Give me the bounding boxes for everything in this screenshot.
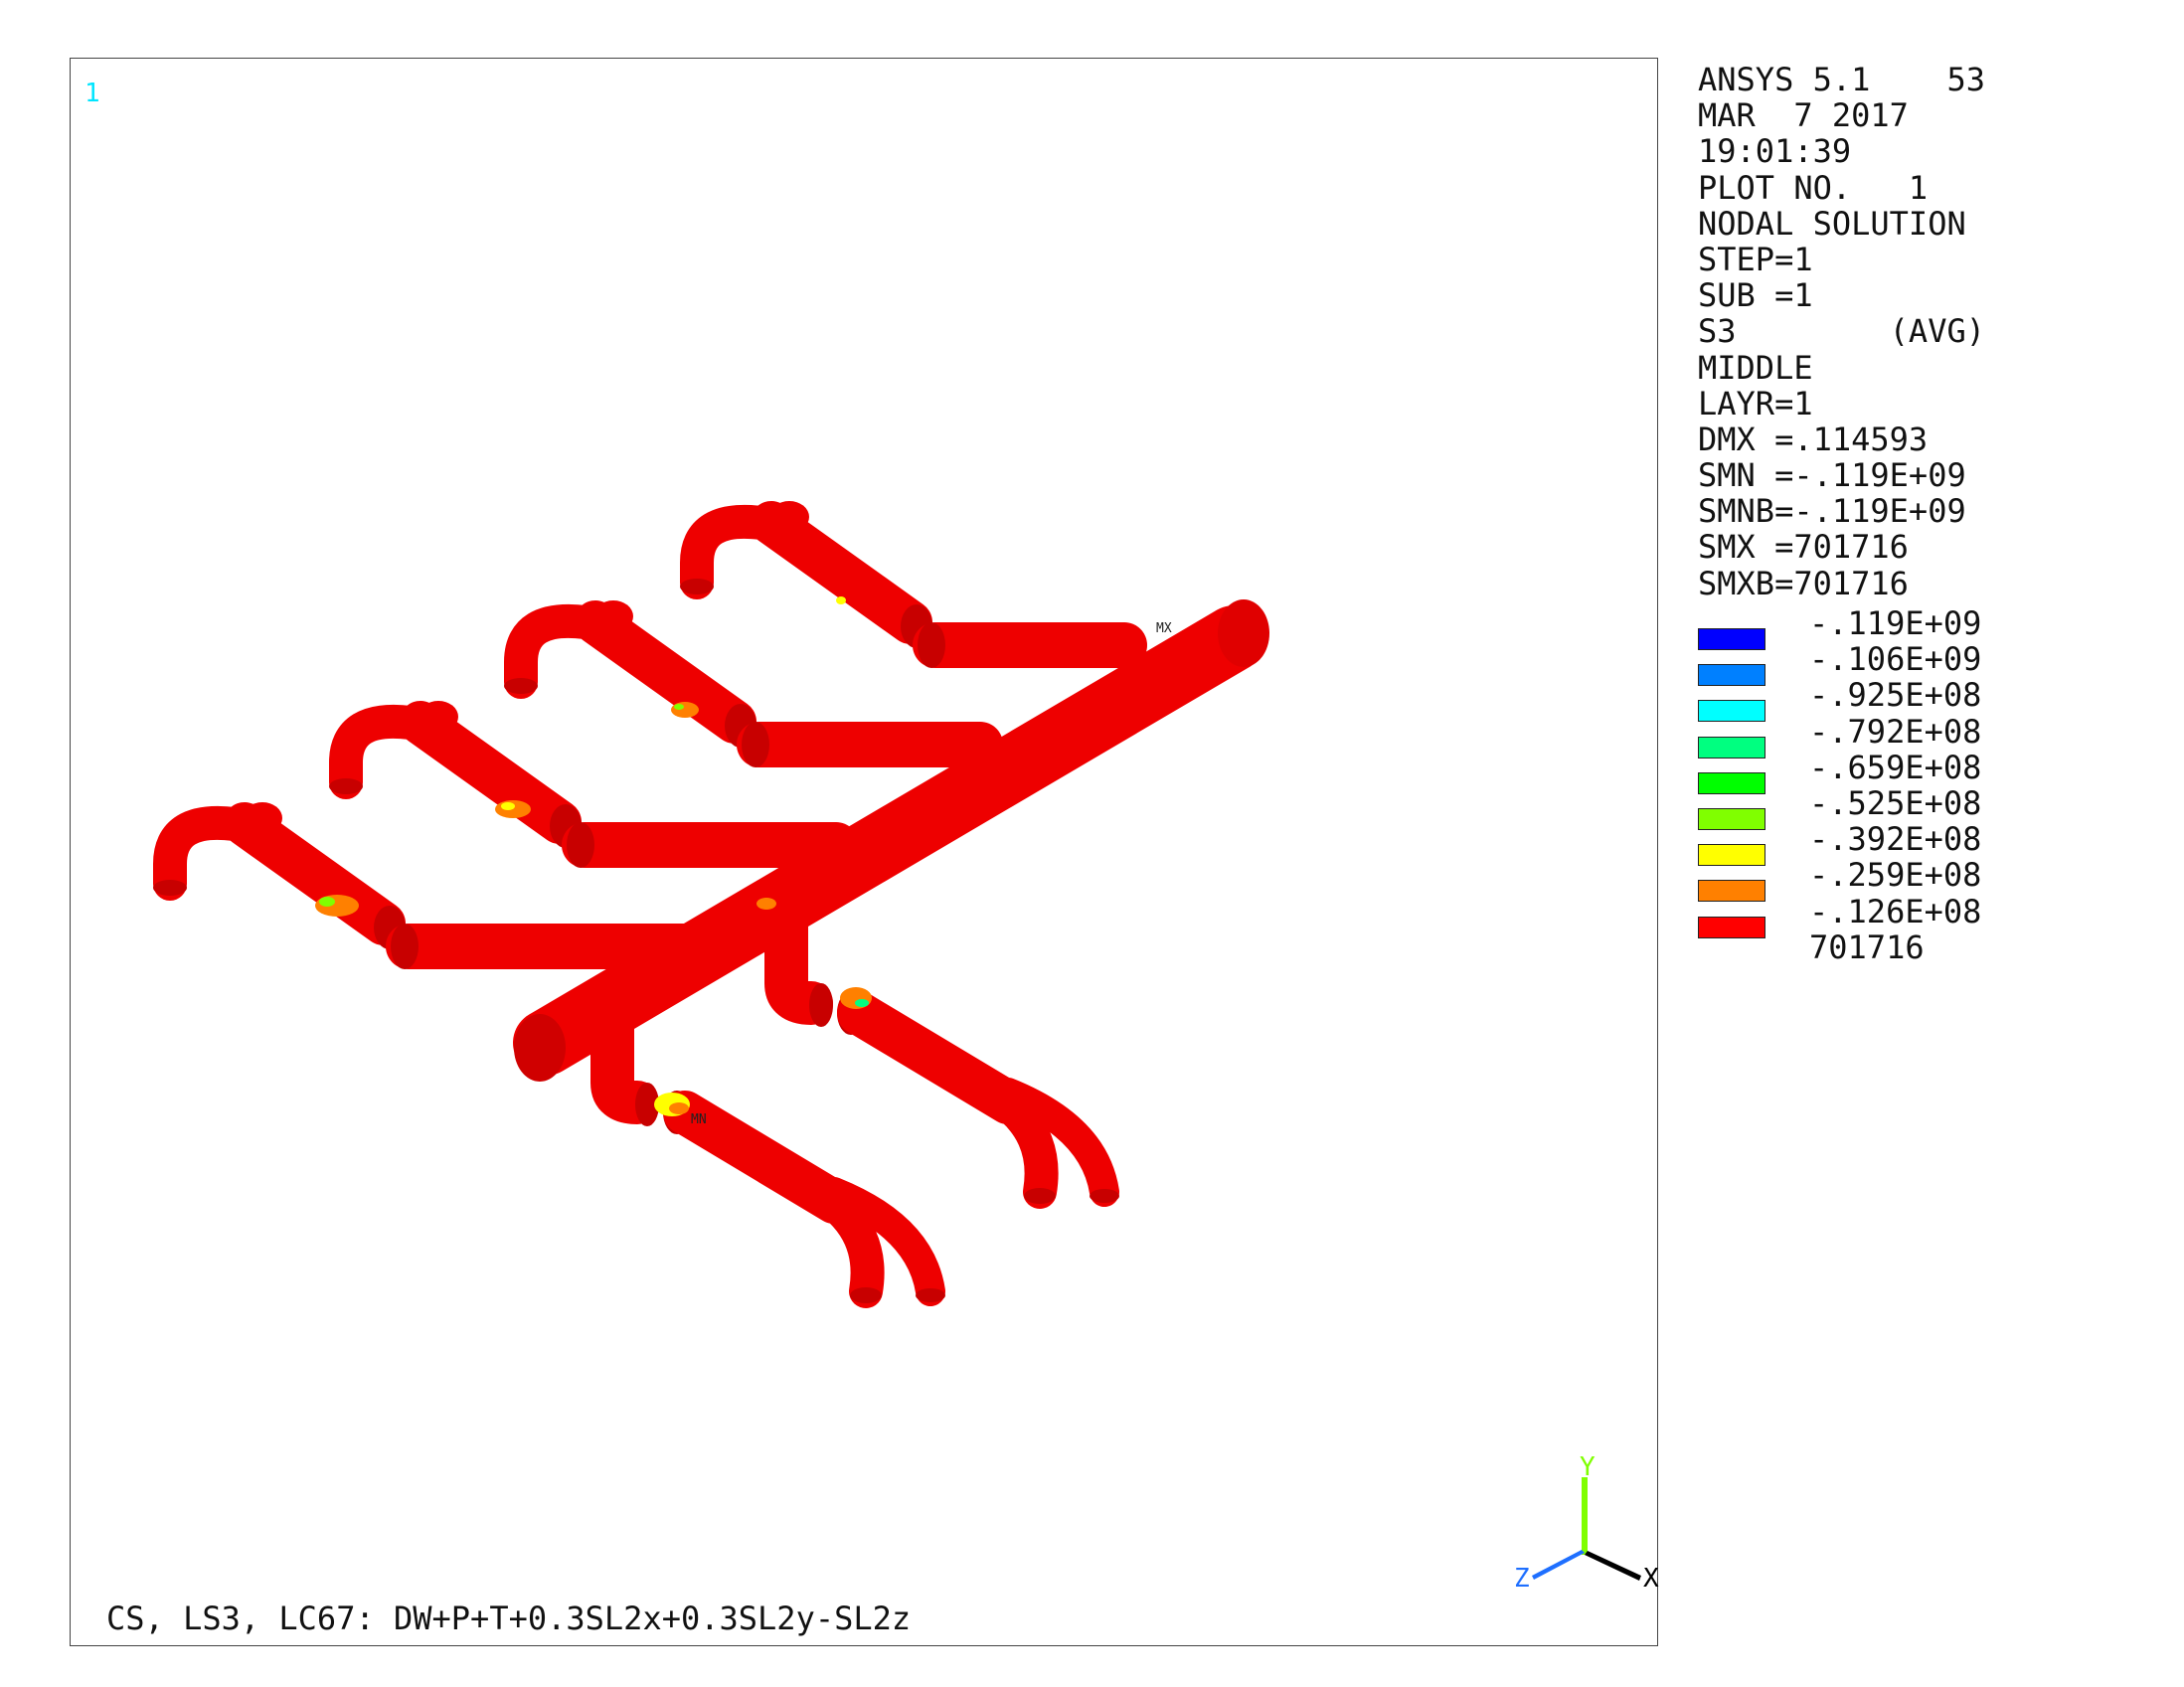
legend-label: -.106E+09 bbox=[1809, 640, 1982, 679]
legend-label: -.925E+08 bbox=[1809, 676, 1982, 715]
info-line: NODAL SOLUTION bbox=[1698, 204, 1966, 243]
info-line: LAYR=1 bbox=[1698, 384, 1813, 422]
info-line: ANSYS 5.1 53 bbox=[1698, 61, 1985, 98]
legend-swatch bbox=[1698, 664, 1765, 687]
pipe-open-end bbox=[504, 678, 538, 694]
z-axis-label: Z bbox=[1514, 1564, 1530, 1594]
pipe-model-3d-view[interactable] bbox=[71, 59, 1659, 1647]
y-axis-arrow bbox=[1582, 1477, 1588, 1555]
pipe-elbow bbox=[764, 902, 833, 1025]
pipe-open-end bbox=[391, 924, 419, 969]
stress-hotspot bbox=[836, 596, 846, 604]
plot-info-panel: ANSYS 5.1 53 MAR 7 2017 19:01:39 PLOT NO. 1… bbox=[1698, 62, 1985, 601]
pipe-segment bbox=[750, 501, 932, 644]
info-line: 19:01:39 bbox=[1698, 132, 1852, 171]
stress-hotspot bbox=[315, 895, 359, 917]
legend-label: 701716 bbox=[1809, 928, 1925, 966]
info-line: STEP=1 bbox=[1698, 240, 1813, 278]
legend-swatch bbox=[1698, 807, 1765, 830]
info-line: SUB =1 bbox=[1698, 276, 1813, 315]
pipe-open-end bbox=[850, 1287, 882, 1303]
stress-hotspot bbox=[501, 802, 515, 810]
legend-swatch bbox=[1698, 771, 1765, 794]
info-line: SMN =-.119E+09 bbox=[1698, 456, 1966, 495]
pipe-segment bbox=[574, 600, 756, 744]
legend-swatch bbox=[1698, 916, 1765, 938]
x-axis-arrow bbox=[1585, 1551, 1641, 1581]
header-end-cap bbox=[514, 1014, 566, 1082]
pipe-open-end bbox=[809, 983, 833, 1027]
pipe-open-end bbox=[329, 778, 363, 794]
info-line: PLOT NO. 1 bbox=[1698, 168, 1929, 207]
min-marker: MN bbox=[691, 1112, 707, 1127]
legend-swatch bbox=[1698, 880, 1765, 903]
info-line: S3 (AVG) bbox=[1698, 312, 1985, 351]
branch-pipes bbox=[153, 501, 1147, 969]
y-axis-label: Y bbox=[1580, 1455, 1596, 1482]
stress-hotspot bbox=[674, 704, 684, 710]
legend-label: -.792E+08 bbox=[1809, 712, 1982, 751]
stress-hotspot bbox=[495, 800, 531, 818]
stress-hotspot bbox=[669, 1102, 689, 1114]
info-line: SMX =701716 bbox=[1698, 528, 1909, 567]
legend-swatch bbox=[1698, 700, 1765, 723]
pipe-open-end bbox=[918, 622, 945, 668]
stress-hotspot bbox=[756, 898, 776, 910]
pipe-open-end bbox=[153, 880, 187, 896]
pipe-elbow bbox=[590, 1001, 659, 1124]
pipe-open-end bbox=[680, 579, 714, 594]
info-line: SMNB=-.119E+09 bbox=[1698, 492, 1966, 531]
pipe-open-end bbox=[742, 722, 769, 767]
legend-label: -.259E+08 bbox=[1809, 856, 1982, 895]
pipe-open-end bbox=[567, 822, 594, 868]
stress-hotspot bbox=[840, 987, 872, 1009]
pipe-open-end bbox=[1090, 1189, 1119, 1203]
header-end-cap bbox=[1218, 599, 1269, 667]
pipe-open-end bbox=[1024, 1188, 1056, 1204]
legend-label: -.392E+08 bbox=[1809, 820, 1982, 859]
legend-label: -.659E+08 bbox=[1809, 748, 1982, 786]
info-line: DMX =.114593 bbox=[1698, 420, 1929, 458]
stress-hotspot bbox=[319, 897, 335, 907]
pipe-segment bbox=[223, 802, 406, 945]
legend-label: -.126E+08 bbox=[1809, 892, 1982, 930]
legend-label: -.119E+09 bbox=[1809, 604, 1982, 642]
legend-swatch bbox=[1698, 628, 1765, 650]
z-axis-arrow bbox=[1532, 1550, 1585, 1580]
info-line: SMXB=701716 bbox=[1698, 564, 1909, 602]
legend-swatch bbox=[1698, 736, 1765, 759]
axis-triad: Y X Z bbox=[1514, 1455, 1659, 1594]
stress-hotspot bbox=[671, 702, 699, 718]
info-line: MAR 7 2017 bbox=[1698, 96, 1909, 135]
pipe-open-end bbox=[916, 1288, 945, 1302]
stress-hotspot bbox=[855, 999, 869, 1007]
x-axis-label: X bbox=[1643, 1564, 1659, 1594]
info-line: MIDDLE bbox=[1698, 348, 1813, 387]
legend-swatch bbox=[1698, 844, 1765, 867]
pipe-segment bbox=[399, 701, 582, 844]
legend-label: -.525E+08 bbox=[1809, 783, 1982, 822]
graphics-viewport[interactable]: 1 MX MN Y X Z CS, LS3, LC67: DW+P+T+0.3S… bbox=[70, 58, 1659, 1647]
max-marker: MX bbox=[1156, 621, 1172, 636]
plot-title: CS, LS3, LC67: DW+P+T+0.3SL2x+0.3SL2y-SL… bbox=[106, 1600, 912, 1637]
